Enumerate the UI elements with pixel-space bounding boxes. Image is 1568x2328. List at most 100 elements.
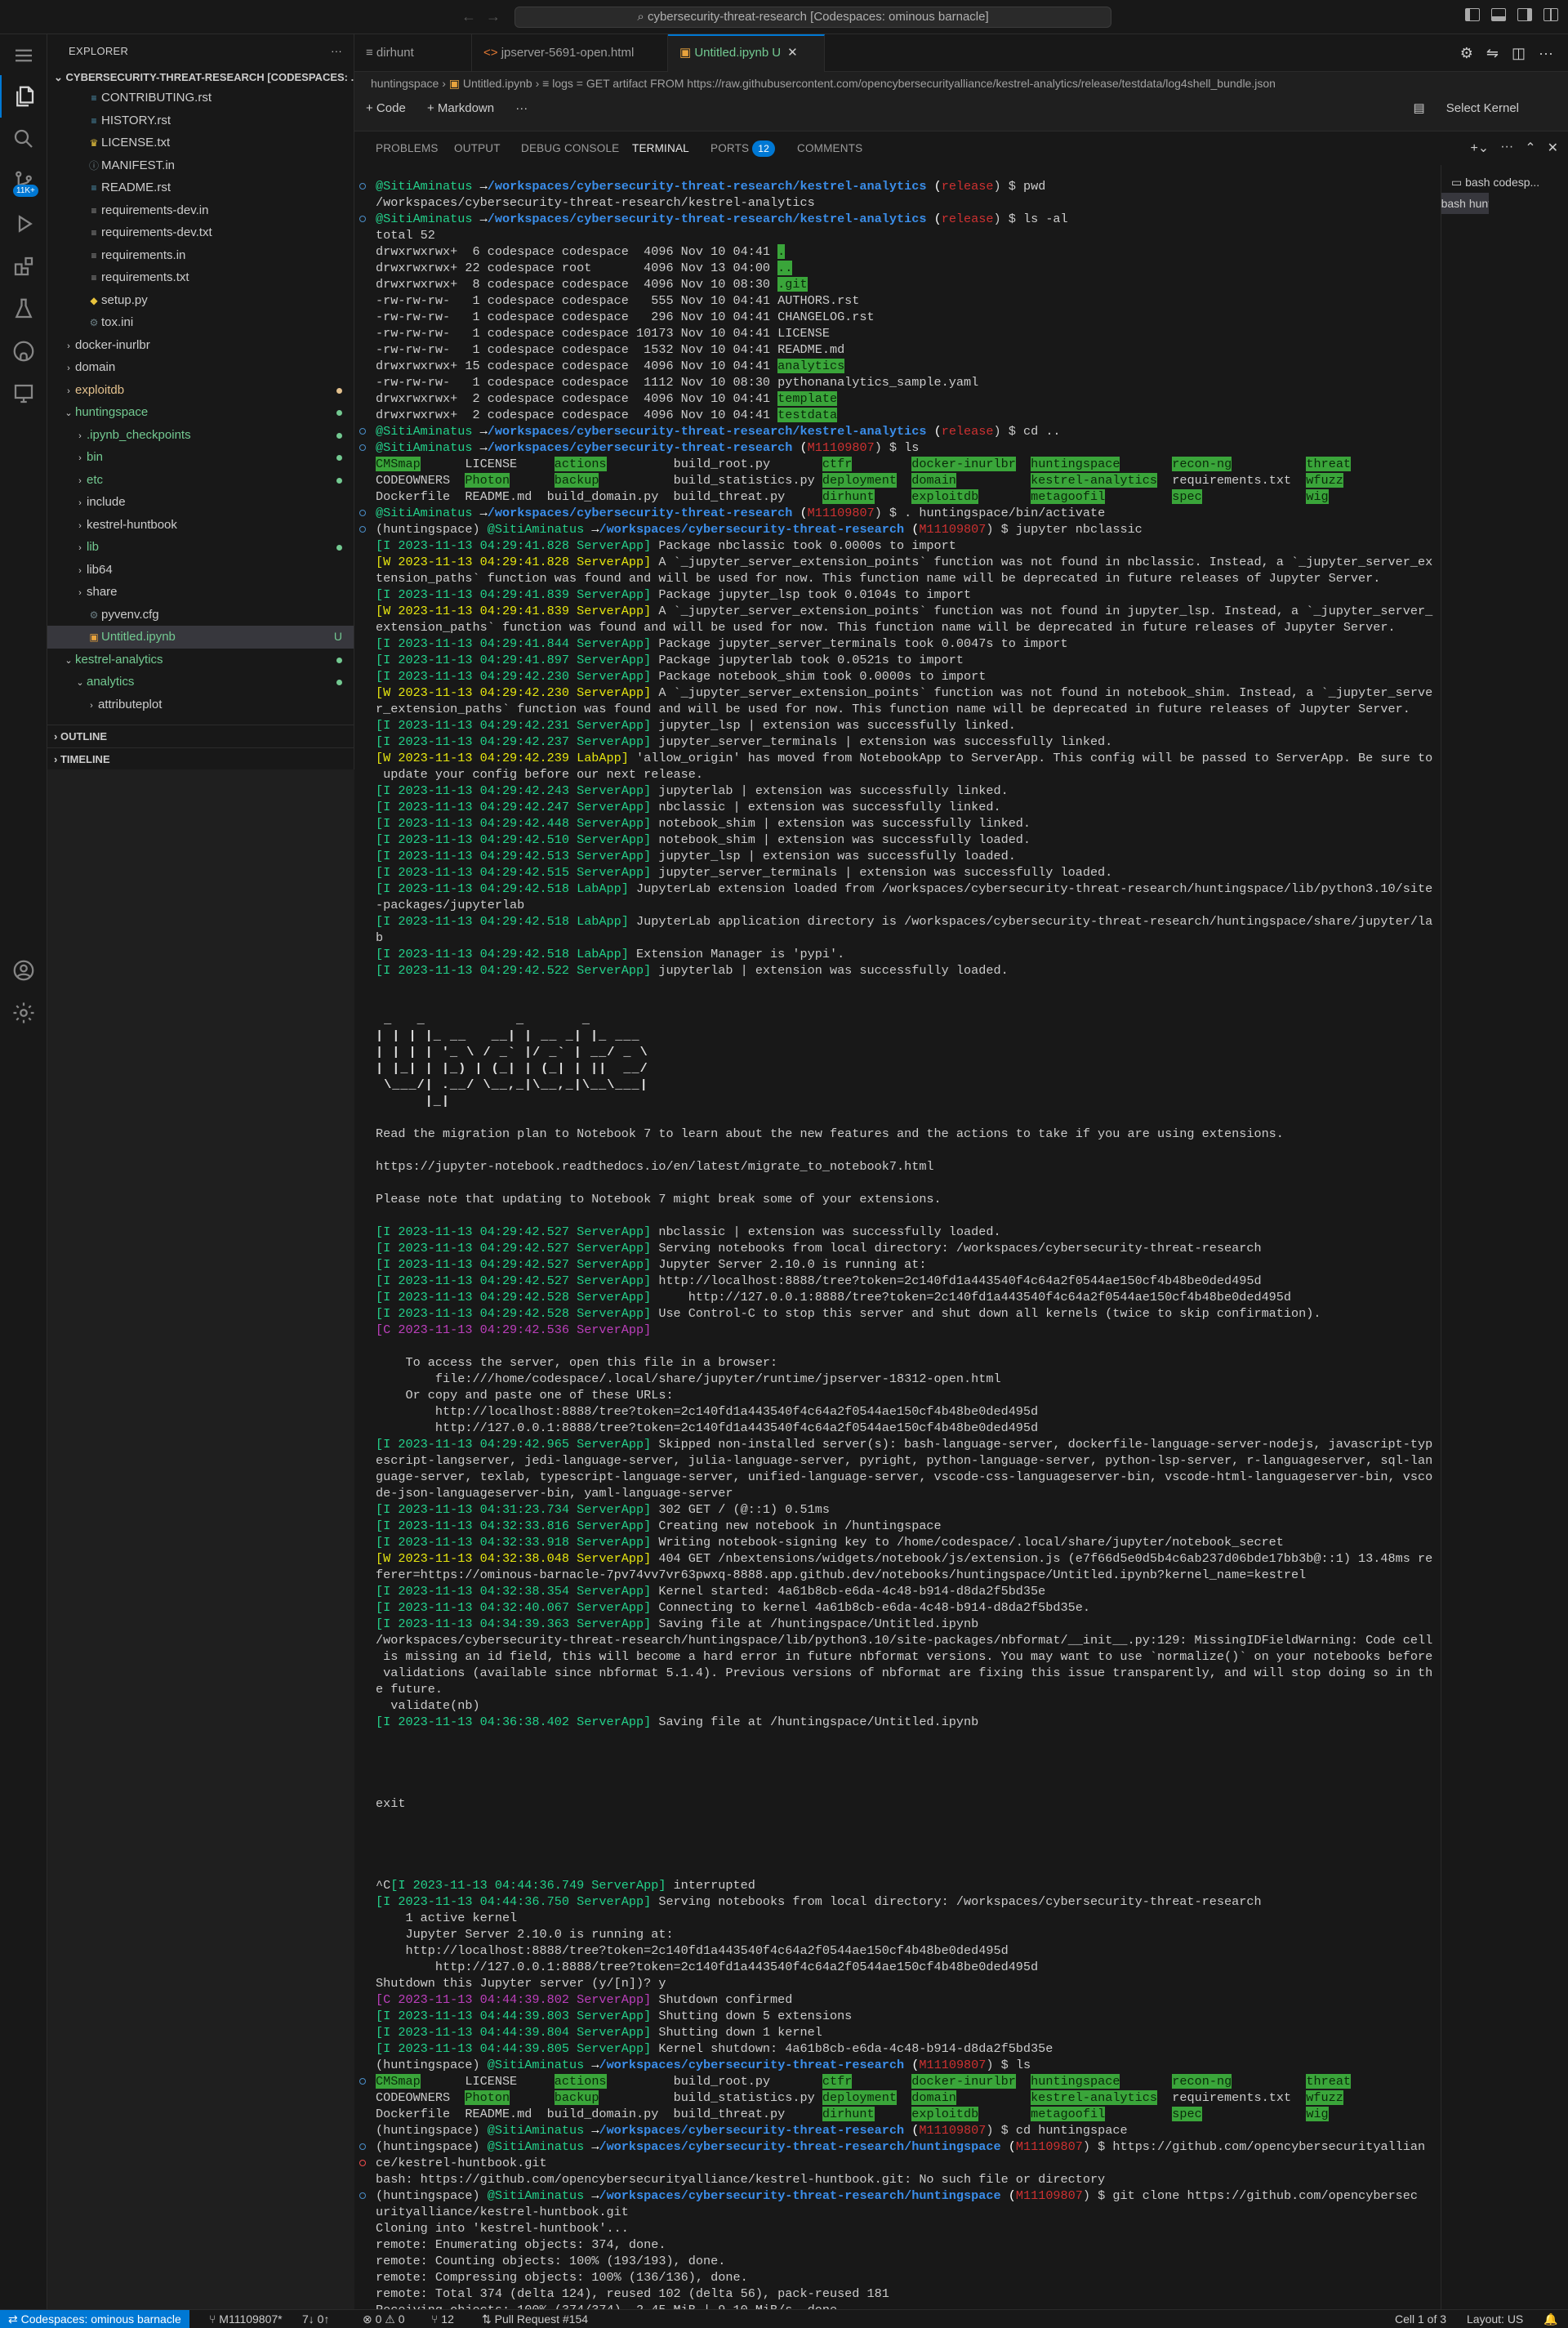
outline-section[interactable]: › OUTLINE <box>47 725 354 747</box>
command-failed-icon[interactable] <box>359 2160 366 2166</box>
cell-indicator[interactable]: Cell 1 of 3 <box>1395 2310 1446 2328</box>
breadcrumb-file[interactable]: Untitled.ipynb <box>463 77 532 90</box>
add-code-cell-button[interactable]: + Code <box>366 101 406 115</box>
tab-untitled-ipynb[interactable]: ▣ Untitled.ipynb U ✕ <box>668 34 825 72</box>
branch-indicator[interactable]: ⑂ M11109807* <box>209 2310 283 2328</box>
tree-item[interactable]: › domain <box>47 356 354 379</box>
tree-item[interactable]: ≡ requirements.in <box>47 244 354 267</box>
new-terminal-icon[interactable]: +⌄ <box>1470 140 1489 156</box>
terminal-text: escript-langserver, jedi-language-server… <box>376 1453 1433 1468</box>
terminal-line: [I 2023-11-13 04:32:40.067 ServerApp] Co… <box>376 1599 1441 1616</box>
tab-debug-console[interactable]: DEBUG CONSOLE <box>521 132 619 166</box>
tab-jpserver-html[interactable]: <> jpserver-5691-open.html <box>472 34 668 72</box>
remote-indicator[interactable]: ⇄ Codespaces: ominous barnacle <box>0 2310 189 2328</box>
toggle-sidebar-icon[interactable] <box>1465 8 1480 21</box>
tree-item[interactable]: ≡ README.rst <box>47 176 354 199</box>
github-icon[interactable] <box>0 330 47 372</box>
customize-layout-icon[interactable] <box>1544 8 1558 21</box>
sync-indicator[interactable]: 7↓ 0↑ <box>302 2310 329 2328</box>
split-editor-icon[interactable]: ◫ <box>1512 45 1526 62</box>
settings-gear-icon[interactable] <box>0 992 47 1034</box>
tree-item[interactable]: › lib <box>47 536 354 559</box>
toggle-panel-icon[interactable] <box>1491 8 1506 21</box>
tab-comments[interactable]: COMMENTS <box>797 132 862 166</box>
tab-terminal[interactable]: TERMINAL <box>632 132 689 166</box>
ports-indicator[interactable]: ⑂ 12 <box>431 2310 454 2328</box>
gear-icon[interactable]: ⚙ <box>1460 45 1473 62</box>
tree-item[interactable]: ⓘ MANIFEST.in <box>47 154 354 177</box>
breadcrumb-cell[interactable]: logs = GET artifact FROM https://raw.git… <box>552 77 1276 90</box>
tree-item[interactable]: › lib64 <box>47 559 354 582</box>
command-decoration-icon[interactable] <box>359 2143 366 2150</box>
command-center-search[interactable]: ⌕ cybersecurity-threat-research [Codespa… <box>514 7 1111 28</box>
tree-item[interactable]: ≡ HISTORY.rst <box>47 109 354 132</box>
more-actions-icon[interactable]: ··· <box>1539 45 1553 62</box>
tree-item[interactable]: ≡ CONTRIBUTING.rst <box>47 87 354 109</box>
tree-item[interactable]: › bin <box>47 446 354 469</box>
tab-output[interactable]: OUTPUT <box>454 132 501 166</box>
command-decoration-icon[interactable] <box>359 510 366 516</box>
tree-item[interactable]: › attributeplot <box>47 693 354 716</box>
search-view-icon[interactable] <box>0 118 47 160</box>
tree-item[interactable]: › include <box>47 491 354 514</box>
add-markdown-cell-button[interactable]: + Markdown <box>427 101 494 115</box>
terminal-tab-huntingspace[interactable]: ▭ bash huntin... <box>1441 193 1489 214</box>
tree-item[interactable]: ▣ Untitled.ipynb U <box>47 626 354 649</box>
remote-explorer-icon[interactable] <box>0 372 47 415</box>
more-actions-icon[interactable]: ··· <box>331 34 342 69</box>
tree-item[interactable]: › etc <box>47 469 354 492</box>
more-actions-button[interactable]: ··· <box>515 101 528 115</box>
breadcrumb-folder[interactable]: huntingspace <box>371 77 439 90</box>
terminal-output[interactable]: @SitiAminatus →/workspaces/cybersecurity… <box>354 165 1441 2309</box>
forward-arrow-icon[interactable]: → <box>486 8 501 25</box>
close-icon[interactable]: ✕ <box>787 46 798 60</box>
more-actions-icon[interactable]: ··· <box>1500 140 1513 156</box>
tree-item[interactable]: ⌄ kestrel-analytics <box>47 649 354 671</box>
back-arrow-icon[interactable]: ← <box>461 8 476 25</box>
terminal-text: deployment <box>822 2090 897 2105</box>
bell-icon[interactable]: 🔔 <box>1544 2310 1557 2328</box>
tree-item[interactable]: ♛ LICENSE.txt <box>47 132 354 154</box>
terminal-tab-codespaces[interactable]: ▭ bash codesp... <box>1441 172 1568 193</box>
tree-item[interactable]: ≡ requirements-dev.txt <box>47 221 354 244</box>
toggle-secondary-sidebar-icon[interactable] <box>1517 8 1532 21</box>
tree-item[interactable]: ≡ requirements.txt <box>47 266 354 289</box>
tree-item[interactable]: › docker-inurlbr <box>47 334 354 357</box>
compare-icon[interactable]: ⇋ <box>1486 45 1499 62</box>
menu-icon[interactable] <box>0 34 47 77</box>
command-decoration-icon[interactable] <box>359 444 366 451</box>
explorer-icon[interactable] <box>0 75 47 118</box>
tree-item[interactable]: ⌄ huntingspace <box>47 401 354 424</box>
command-decoration-icon[interactable] <box>359 428 366 435</box>
keyboard-layout-indicator[interactable]: Layout: US <box>1467 2310 1523 2328</box>
tree-item[interactable]: › .ipynb_checkpoints <box>47 424 354 447</box>
tab-ports[interactable]: PORTS 12 <box>710 132 776 166</box>
close-panel-icon[interactable]: ✕ <box>1548 140 1558 156</box>
command-decoration-icon[interactable] <box>359 526 366 533</box>
command-decoration-icon[interactable] <box>359 183 366 190</box>
command-decoration-icon[interactable] <box>359 2078 366 2085</box>
run-debug-icon[interactable] <box>0 203 47 245</box>
extensions-icon[interactable] <box>0 245 47 288</box>
tree-item[interactable]: › share <box>47 581 354 604</box>
problems-indicator[interactable]: ⊗ 0 ⚠ 0 <box>363 2310 405 2328</box>
tab-dirhunt[interactable]: ≡ dirhunt <box>354 34 472 72</box>
command-decoration-icon[interactable] <box>359 216 366 222</box>
tree-item[interactable]: ⚙ pyvenv.cfg <box>47 604 354 627</box>
tree-item[interactable]: ⌄ analytics <box>47 671 354 693</box>
tree-item[interactable]: › exploitdb <box>47 379 354 402</box>
tree-item[interactable]: ≡ requirements-dev.in <box>47 199 354 222</box>
maximize-panel-icon[interactable]: ⌃ <box>1525 140 1535 156</box>
command-decoration-icon[interactable] <box>359 2192 366 2199</box>
tree-item[interactable]: ◆ setup.py <box>47 289 354 312</box>
source-control-icon[interactable]: 11K+ <box>0 160 47 203</box>
select-kernel-button[interactable]: ▤ Select Kernel <box>1413 95 1537 123</box>
tab-problems[interactable]: PROBLEMS <box>376 132 439 166</box>
workspace-header[interactable]: ⌄ CYBERSECURITY-THREAT-RESEARCH [CODESPA… <box>47 69 354 87</box>
timeline-section[interactable]: › TIMELINE <box>47 747 354 769</box>
testing-icon[interactable] <box>0 288 47 330</box>
tree-item[interactable]: › kestrel-huntbook <box>47 514 354 537</box>
tree-item[interactable]: ⚙ tox.ini <box>47 311 354 334</box>
accounts-icon[interactable] <box>0 949 47 992</box>
pull-request-indicator[interactable]: ⇅ Pull Request #154 <box>482 2310 588 2328</box>
